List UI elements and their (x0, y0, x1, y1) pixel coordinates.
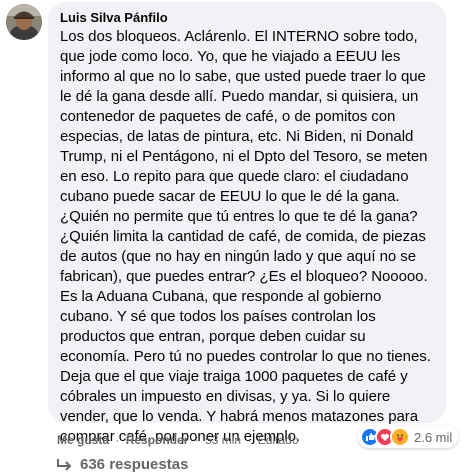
separator-dot: · (115, 433, 120, 447)
reply-arrow-icon (57, 458, 72, 471)
view-replies-link[interactable]: 636 respuestas (56, 456, 188, 473)
comment-timestamp[interactable]: 53 min (205, 433, 241, 447)
replies-count: 636 respuestas (80, 456, 189, 473)
comment-author[interactable]: Luis Silva Pánfilo (60, 10, 434, 26)
comment-text: Los dos bloqueos. Aclárenlo. El INTERNO … (60, 28, 431, 445)
edited-label[interactable]: Editado (258, 433, 299, 447)
comment-bubble: Luis Silva Pánfilo Los dos bloqueos. Acl… (48, 2, 446, 445)
reply-button[interactable]: Responder (126, 433, 189, 447)
comment-actions: Me gusta · Responder · 53 min · Editado (57, 432, 299, 448)
separator-dot: · (194, 433, 199, 447)
avatar[interactable] (6, 4, 42, 40)
care-icon (390, 427, 410, 447)
reaction-count: 2.6 mil (414, 429, 453, 445)
separator-dot: · (247, 433, 252, 447)
like-button[interactable]: Me gusta (57, 433, 109, 447)
reactions-summary[interactable]: 2.6 mil (358, 426, 459, 448)
avatar-photo (6, 4, 42, 40)
